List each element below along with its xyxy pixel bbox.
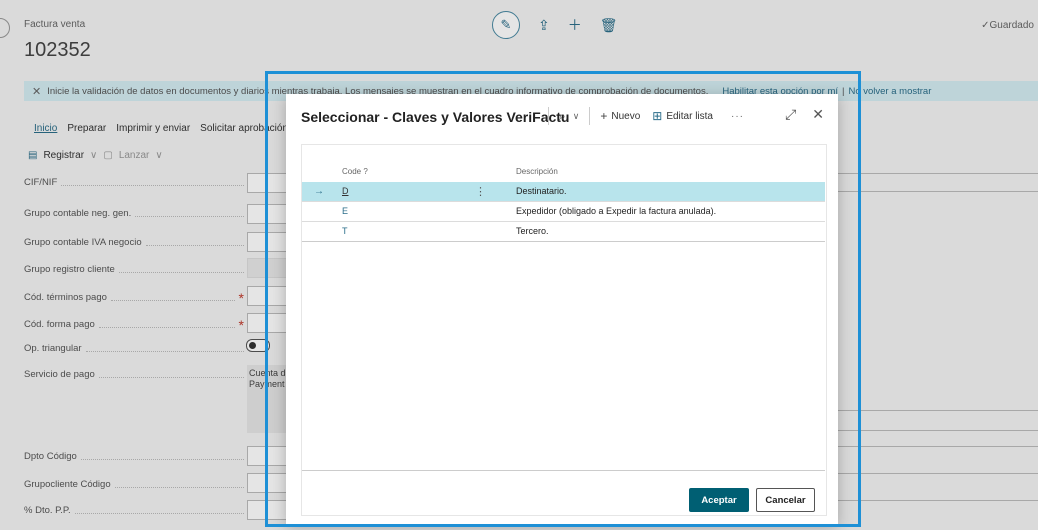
- table-row[interactable]: E Expedidor (obligado a Expedir la factu…: [302, 202, 825, 222]
- column-header-description[interactable]: Descripción: [516, 167, 558, 176]
- lookup-dialog: Seleccionar - Claves y Valores VeriFactu…: [286, 94, 838, 524]
- row-code[interactable]: E: [342, 206, 348, 216]
- lookup-list: Code ? Descripción → D ⋮ Destinatario. E…: [301, 144, 827, 516]
- expand-icon[interactable]: ⤢: [785, 106, 796, 123]
- row-menu-icon[interactable]: ⋮: [475, 185, 486, 198]
- chevron-down-icon[interactable]: ∨: [573, 111, 580, 122]
- edit-list-button[interactable]: Editar lista: [666, 111, 713, 122]
- row-description: Destinatario.: [516, 186, 567, 196]
- accept-button[interactable]: Aceptar: [689, 488, 749, 512]
- row-selector-icon: →: [314, 186, 324, 197]
- window-controls: ⤢ ✕: [785, 106, 824, 123]
- footer-divider: [302, 470, 825, 471]
- edit-list-icon: ⊞: [652, 109, 663, 123]
- dialog-title: Seleccionar - Claves y Valores VeriFactu: [301, 109, 570, 125]
- add-icon: +: [600, 109, 608, 123]
- toolbar-divider: [589, 107, 591, 125]
- list-header: Code ? Descripción: [302, 167, 826, 181]
- table-row[interactable]: T Tercero.: [302, 222, 825, 242]
- cancel-button[interactable]: Cancelar: [756, 488, 815, 512]
- row-code[interactable]: T: [342, 226, 348, 236]
- dialog-toolbar: ⌕ ∨ + Nuevo ⊞ Editar lista ···: [538, 107, 744, 125]
- row-description: Tercero.: [516, 226, 549, 236]
- column-header-code[interactable]: Code ?: [342, 167, 368, 176]
- row-code[interactable]: D: [342, 186, 349, 196]
- new-button[interactable]: Nuevo: [611, 111, 640, 122]
- more-options-icon[interactable]: ···: [731, 111, 744, 122]
- search-icon[interactable]: ⌕: [559, 109, 566, 124]
- table-row[interactable]: → D ⋮ Destinatario.: [302, 182, 825, 202]
- close-icon[interactable]: ✕: [812, 106, 824, 123]
- toolbar-divider: [548, 107, 549, 125]
- row-description: Expedidor (obligado a Expedir la factura…: [516, 206, 717, 216]
